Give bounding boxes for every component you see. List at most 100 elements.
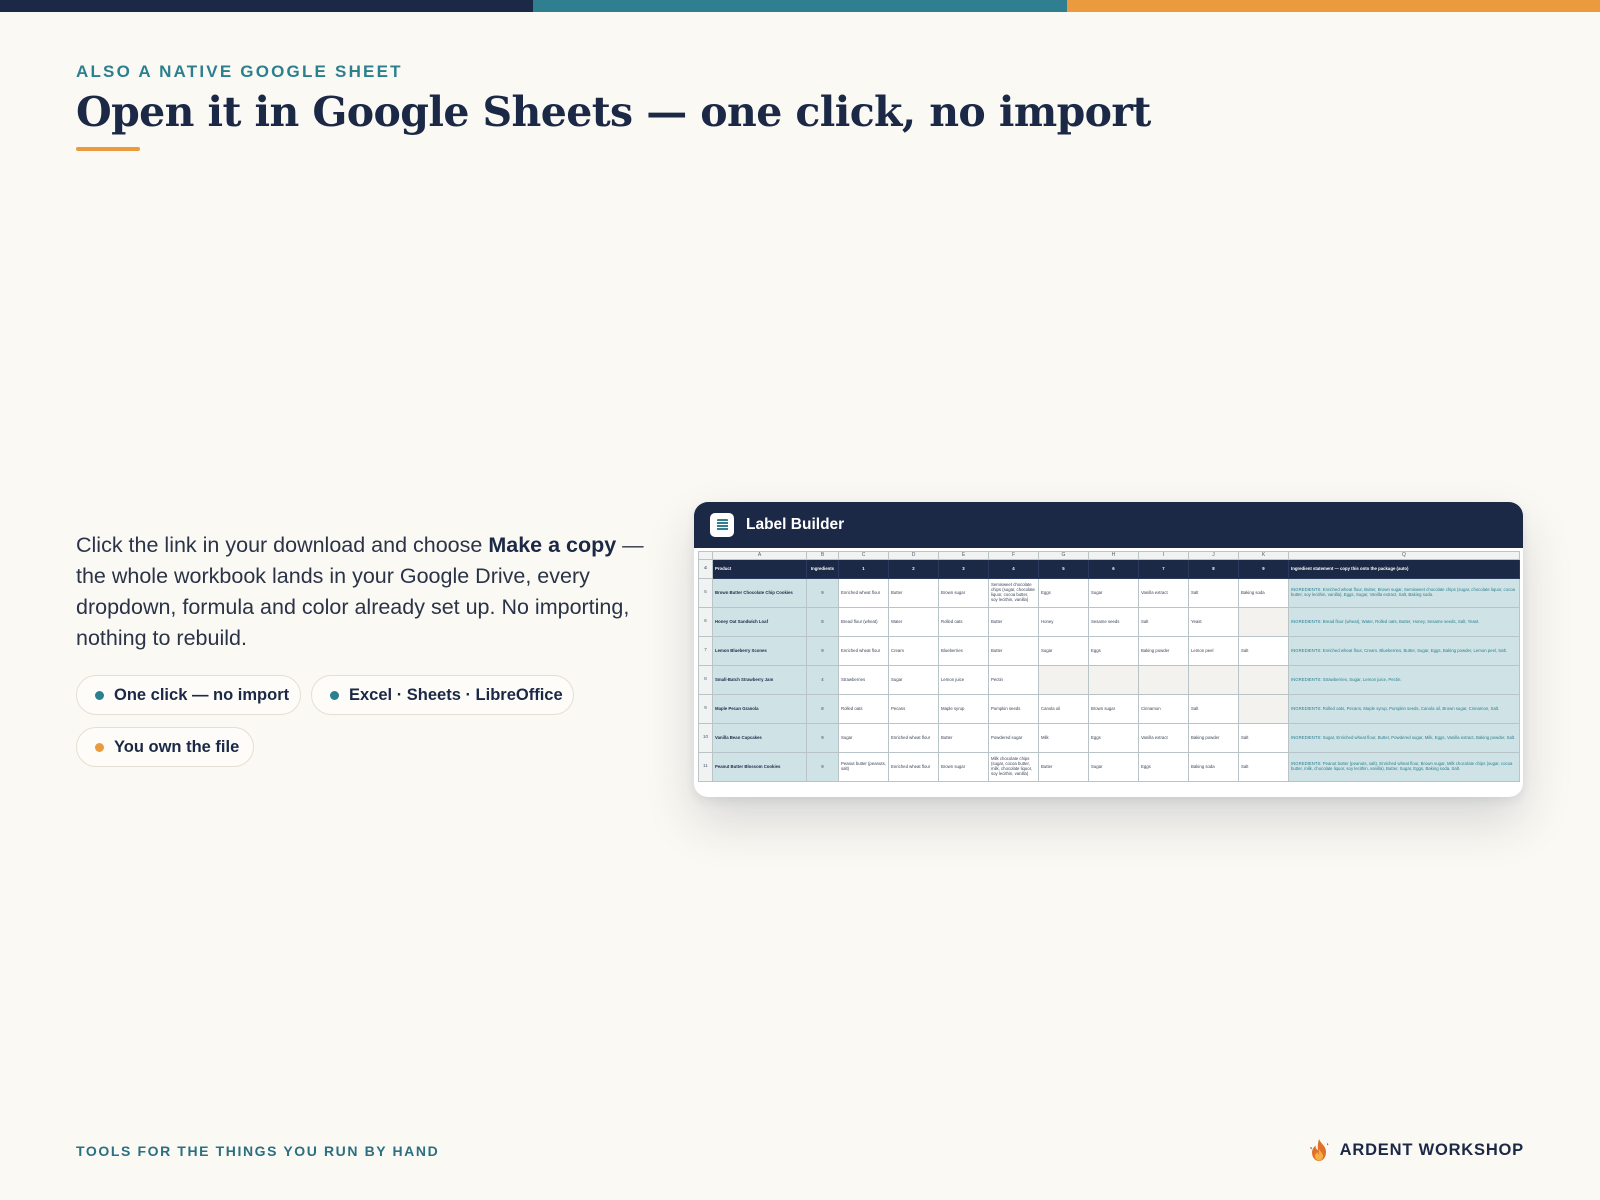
ingredient-cell[interactable]: Honey [1038, 607, 1089, 637]
ingredient-cell[interactable]: Brown sugar [938, 752, 989, 782]
ingredient-cell[interactable]: Blueberries [938, 636, 989, 666]
row-number: 11 [698, 752, 713, 782]
ingredient-cell[interactable] [1238, 607, 1289, 637]
ingredient-cell[interactable] [1238, 694, 1289, 724]
accent-segment-teal [533, 0, 1067, 12]
ingredient-statement-cell[interactable]: INGREDIENTS: Rolled oats, Pecans, Maple … [1288, 694, 1520, 724]
column-header: 1 [838, 559, 889, 579]
ingredient-statement-cell[interactable]: INGREDIENTS: Bread flour (wheat), Water,… [1288, 607, 1520, 637]
ingredient-count-cell[interactable]: 9 [806, 636, 839, 666]
ingredient-statement-cell[interactable]: INGREDIENTS: Strawberries, Sugar, Lemon … [1288, 665, 1520, 695]
ingredient-cell[interactable] [1238, 665, 1289, 695]
table-row: 10 Vanilla Bean Cupcakes 9 Sugar Enriched wh… [698, 723, 1520, 753]
ingredient-cell[interactable]: Milk [1038, 723, 1089, 753]
product-cell[interactable]: Brown Butter Chocolate Chip Cookies [712, 578, 807, 608]
ingredient-statement-cell[interactable]: INGREDIENTS: Enriched wheat flour, Cream… [1288, 636, 1520, 666]
ingredient-cell[interactable]: Vanilla extract [1138, 578, 1189, 608]
ingredient-count-cell[interactable]: 9 [806, 752, 839, 782]
column-header: 7 [1138, 559, 1189, 579]
ingredient-cell[interactable]: Maple syrup [938, 694, 989, 724]
ingredient-cell[interactable]: Lemon juice [938, 665, 989, 695]
ingredient-cell[interactable]: Pumpkin seeds [988, 694, 1039, 724]
ingredient-cell[interactable]: Cream [888, 636, 939, 666]
ingredient-cell[interactable]: Salt [1238, 723, 1289, 753]
top-accent-bar [0, 0, 1600, 12]
ingredient-cell[interactable]: Bread flour (wheat) [838, 607, 889, 637]
ingredient-cell[interactable]: Vanilla extract [1138, 723, 1189, 753]
ingredient-cell[interactable]: Salt [1138, 607, 1189, 637]
ingredient-cell[interactable]: Sesame seeds [1088, 607, 1139, 637]
ingredient-cell[interactable] [1038, 665, 1089, 695]
product-cell[interactable]: Honey Oat Sandwich Loaf [712, 607, 807, 637]
ingredient-cell[interactable]: Baking soda [1188, 752, 1239, 782]
product-cell[interactable]: Vanilla Bean Cupcakes [712, 723, 807, 753]
product-cell[interactable]: Small-Batch Strawberry Jam [712, 665, 807, 695]
ingredient-cell[interactable]: Enriched wheat flour [888, 752, 939, 782]
ingredient-cell[interactable]: Pectin [988, 665, 1039, 695]
ingredient-cell[interactable]: Eggs [1138, 752, 1189, 782]
spreadsheet-icon [710, 513, 734, 537]
ingredient-cell[interactable]: Sugar [888, 665, 939, 695]
ingredient-cell[interactable]: Butter [888, 578, 939, 608]
column-header: 4 [988, 559, 1039, 579]
ingredient-cell[interactable]: Sugar [1088, 578, 1139, 608]
ingredient-count-cell[interactable]: 8 [806, 694, 839, 724]
ingredient-count-cell[interactable]: 4 [806, 665, 839, 695]
ingredient-cell[interactable]: Yeast [1188, 607, 1239, 637]
ingredient-cell[interactable]: Cinnamon [1138, 694, 1189, 724]
ingredient-cell[interactable]: Butter [988, 636, 1039, 666]
ingredient-cell[interactable]: Baking soda [1238, 578, 1289, 608]
product-cell[interactable]: Peanut Butter Blossom Cookies [712, 752, 807, 782]
ingredient-cell[interactable]: Sugar [1038, 636, 1089, 666]
ingredient-cell[interactable]: Salt [1188, 694, 1239, 724]
ingredient-cell[interactable]: Sugar [838, 723, 889, 753]
ingredient-cell[interactable]: Peanut butter (peanuts, salt) [838, 752, 889, 782]
ingredient-cell[interactable]: Powdered sugar [988, 723, 1039, 753]
feature-pill-label: You own the file [114, 737, 240, 756]
column-header: 2 [888, 559, 939, 579]
ingredient-cell[interactable]: Semisweet chocolate chips (sugar, chocol… [988, 578, 1039, 608]
product-cell[interactable]: Lemon Blueberry Scones [712, 636, 807, 666]
ingredient-cell[interactable]: Enriched wheat flour [838, 636, 889, 666]
ingredient-cell[interactable]: Butter [938, 723, 989, 753]
ingredient-cell[interactable]: Rolled oats [938, 607, 989, 637]
ingredient-cell[interactable]: Butter [988, 607, 1039, 637]
ingredient-cell[interactable]: Enriched wheat flour [888, 723, 939, 753]
ingredient-cell[interactable]: Brown sugar [1088, 694, 1139, 724]
ingredient-cell[interactable]: Milk chocolate chips (sugar, cocoa butte… [988, 752, 1039, 782]
body-text-start: Click the link in your download and choo… [76, 533, 489, 557]
ingredient-count-cell[interactable]: 9 [806, 578, 839, 608]
ingredient-cell[interactable]: Rolled oats [838, 694, 889, 724]
ingredient-cell[interactable]: Enriched wheat flour [838, 578, 889, 608]
ingredient-cell[interactable] [1188, 665, 1239, 695]
ingredient-statement-cell[interactable]: INGREDIENTS: Peanut butter (peanuts, sal… [1288, 752, 1520, 782]
ingredient-cell[interactable]: Pecans [888, 694, 939, 724]
ingredient-cell[interactable]: Baking powder [1138, 636, 1189, 666]
ingredient-cell[interactable]: Butter [1038, 752, 1089, 782]
column-letter: K [1238, 551, 1289, 560]
ingredient-cell[interactable]: Lemon peel [1188, 636, 1239, 666]
ingredient-cell[interactable] [1088, 665, 1139, 695]
ingredient-cell[interactable]: Eggs [1038, 578, 1089, 608]
bullet-dot-icon [95, 742, 104, 752]
ingredient-cell[interactable]: Salt [1188, 578, 1239, 608]
product-cell[interactable]: Maple Pecan Granola [712, 694, 807, 724]
ingredient-cell[interactable]: Salt [1238, 636, 1289, 666]
ingredient-cell[interactable]: Brown sugar [938, 578, 989, 608]
footer-tagline: TOOLS FOR THE THINGS YOU RUN BY HAND [76, 1143, 440, 1159]
ingredient-cell[interactable]: Sugar [1088, 752, 1139, 782]
footer-brand: ARDENT WORKSHOP [1308, 1138, 1524, 1162]
ingredient-cell[interactable]: Baking powder [1188, 723, 1239, 753]
ingredient-cell[interactable]: Eggs [1088, 723, 1139, 753]
ingredient-statement-cell[interactable]: INGREDIENTS: Enriched wheat flour, Butte… [1288, 578, 1520, 608]
ingredient-count-cell[interactable]: 8 [806, 607, 839, 637]
ingredient-cell[interactable]: Salt [1238, 752, 1289, 782]
ingredient-statement-cell[interactable]: INGREDIENTS: Sugar, Enriched wheat flour… [1288, 723, 1520, 753]
ingredient-cell[interactable]: Water [888, 607, 939, 637]
ingredient-cell[interactable]: Canola oil [1038, 694, 1089, 724]
ingredient-count-cell[interactable]: 9 [806, 723, 839, 753]
ingredient-cell[interactable]: Eggs [1088, 636, 1139, 666]
ingredient-cell[interactable] [1138, 665, 1189, 695]
corner-cell [698, 551, 713, 560]
ingredient-cell[interactable]: Strawberries [838, 665, 889, 695]
